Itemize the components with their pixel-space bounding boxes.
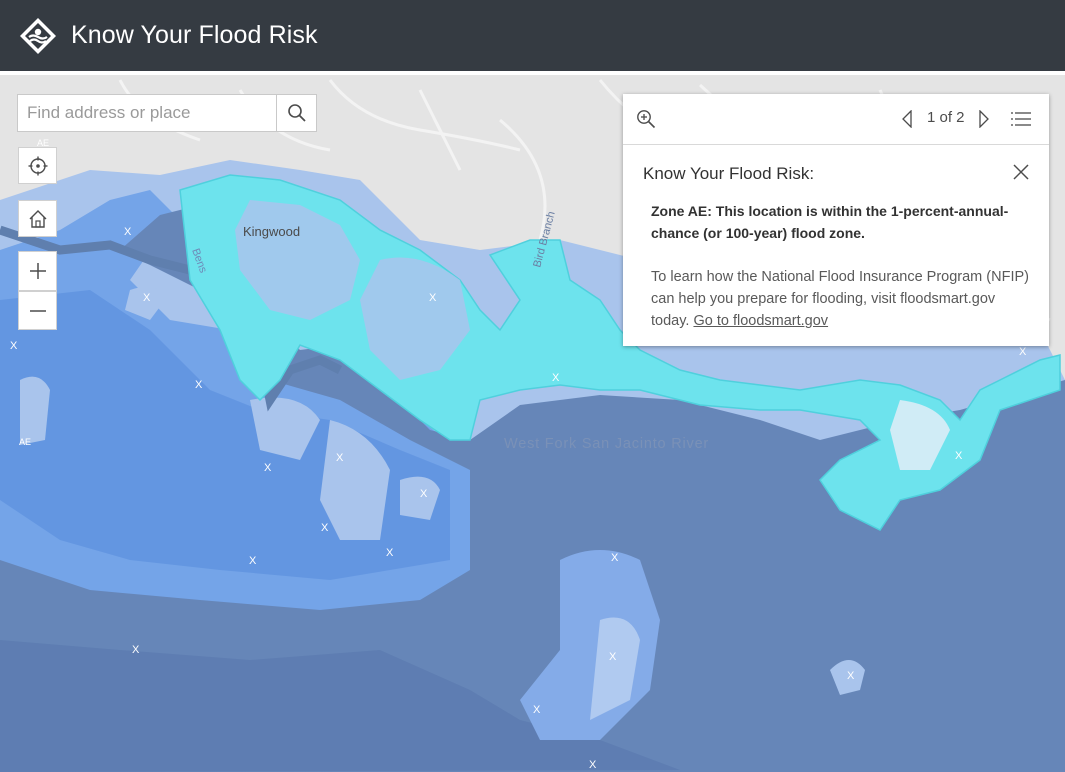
zone-description: Zone AE: This location is within the 1-p… bbox=[651, 203, 1009, 241]
close-icon[interactable] bbox=[1012, 163, 1030, 181]
zoom-out-button[interactable] bbox=[18, 291, 57, 330]
app-header: Know Your Flood Risk bbox=[0, 0, 1065, 71]
zone-marker: X bbox=[611, 552, 619, 564]
zone-marker: X bbox=[249, 555, 257, 567]
zone-marker: X bbox=[386, 547, 394, 559]
home-button[interactable] bbox=[18, 200, 57, 237]
popup-title: Know Your Flood Risk: bbox=[643, 164, 815, 183]
zoom-to-icon[interactable] bbox=[636, 109, 656, 129]
zone-marker: X bbox=[336, 452, 344, 464]
info-popup: 1 of 2 Know Your Flood Risk: Zone AE: Th… bbox=[623, 94, 1049, 346]
zone-marker: X bbox=[552, 372, 560, 384]
zone-ae-label: AE bbox=[19, 437, 31, 447]
previous-feature-button[interactable] bbox=[901, 110, 913, 128]
app-title: Know Your Flood Risk bbox=[71, 21, 318, 49]
zone-marker: X bbox=[195, 379, 203, 391]
zone-marker: X bbox=[589, 759, 597, 771]
city-label: Kingwood bbox=[243, 224, 300, 239]
next-feature-button[interactable] bbox=[978, 110, 990, 128]
home-icon bbox=[29, 209, 46, 228]
locate-button[interactable] bbox=[18, 147, 57, 184]
zone-marker: X bbox=[124, 226, 132, 238]
zone-marker: X bbox=[132, 644, 140, 656]
search-icon bbox=[287, 104, 306, 122]
zone-marker: X bbox=[429, 292, 437, 304]
zone-marker: X bbox=[1019, 346, 1027, 358]
zone-marker: X bbox=[420, 488, 428, 500]
minus-icon bbox=[29, 309, 46, 312]
zone-marker: X bbox=[10, 340, 18, 352]
plus-icon bbox=[29, 263, 46, 279]
nfip-description: To learn how the National Flood Insuranc… bbox=[651, 266, 1036, 332]
search-input[interactable] bbox=[18, 95, 276, 131]
locate-icon bbox=[28, 156, 47, 175]
feature-pager: 1 of 2 bbox=[927, 109, 965, 126]
search-box bbox=[17, 94, 317, 132]
floodsmart-link[interactable]: Go to floodsmart.gov bbox=[693, 313, 828, 329]
flood-logo-icon bbox=[20, 17, 56, 54]
zone-marker: X bbox=[847, 670, 855, 682]
search-button[interactable] bbox=[276, 95, 316, 131]
feature-list-icon[interactable] bbox=[1011, 110, 1031, 128]
zone-marker: X bbox=[143, 292, 151, 304]
river-label: West Fork San Jacinto River bbox=[504, 436, 709, 452]
zone-marker: X bbox=[264, 462, 272, 474]
popup-toolbar: 1 of 2 bbox=[623, 94, 1049, 145]
zone-marker: X bbox=[609, 651, 617, 663]
zone-marker: X bbox=[533, 704, 541, 716]
zone-marker: X bbox=[955, 450, 963, 462]
zoom-in-button[interactable] bbox=[18, 251, 57, 291]
zone-marker: X bbox=[321, 522, 329, 534]
